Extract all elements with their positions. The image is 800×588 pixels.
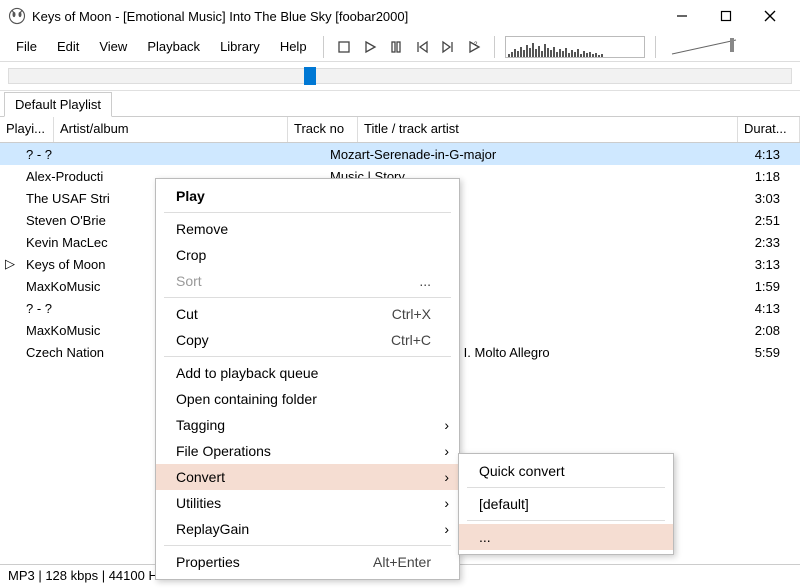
cell-title: Mozart-Serenade-in-G-major [324, 147, 654, 162]
chevron-right-icon: › [444, 443, 449, 459]
chevron-right-icon: › [444, 469, 449, 485]
menu-edit[interactable]: Edit [47, 35, 89, 58]
prev-icon[interactable] [412, 37, 432, 57]
cell-duration: 2:08 [654, 323, 800, 338]
cm-more-presets[interactable]: ... [459, 524, 673, 550]
col-duration[interactable]: Durat... [738, 117, 800, 142]
col-trackno[interactable]: Track no [288, 117, 358, 142]
cell-duration: 1:18 [654, 169, 800, 184]
cm-play[interactable]: Play [156, 183, 459, 209]
cm-copy[interactable]: CopyCtrl+C [156, 327, 459, 353]
cm-open-folder[interactable]: Open containing folder [156, 386, 459, 412]
playing-indicator: ▷ [0, 256, 20, 272]
cm-cut[interactable]: CutCtrl+X [156, 301, 459, 327]
cm-crop[interactable]: Crop [156, 242, 459, 268]
spectrum-visualizer [505, 36, 645, 58]
cell-artist: ? - ? [20, 147, 254, 162]
cell-duration: 5:59 [654, 345, 800, 360]
next-icon[interactable] [438, 37, 458, 57]
cm-tagging[interactable]: Tagging› [156, 412, 459, 438]
menu-playback[interactable]: Playback [137, 35, 210, 58]
cm-properties[interactable]: PropertiesAlt+Enter [156, 549, 459, 575]
title-bar: Keys of Moon - [Emotional Music] Into Th… [0, 0, 800, 32]
cm-replaygain[interactable]: ReplayGain› [156, 516, 459, 542]
menu-bar: File Edit View Playback Library Help ? [0, 32, 800, 62]
context-menu: Play Remove Crop Sort... CutCtrl+X CopyC… [155, 178, 460, 580]
col-playing[interactable]: Playi... [0, 117, 54, 142]
column-headers: Playi... Artist/album Track no Title / t… [0, 117, 800, 143]
cm-utilities[interactable]: Utilities› [156, 490, 459, 516]
cell-duration: 3:03 [654, 191, 800, 206]
cm-remove[interactable]: Remove [156, 216, 459, 242]
table-row[interactable]: ? - ? Mozart-Serenade-in-G-major4:13 [0, 143, 800, 165]
cm-sort: Sort... [156, 268, 459, 294]
menu-library[interactable]: Library [210, 35, 270, 58]
cell-duration: 2:51 [654, 213, 800, 228]
menu-help[interactable]: Help [270, 35, 317, 58]
volume-slider[interactable] [670, 36, 740, 58]
cm-default-preset[interactable]: [default] [459, 491, 673, 517]
random-icon[interactable]: ? [464, 37, 484, 57]
col-title[interactable]: Title / track artist [358, 117, 738, 142]
menu-file[interactable]: File [6, 35, 47, 58]
convert-submenu: Quick convert [default] ... [458, 453, 674, 555]
chevron-right-icon: › [444, 495, 449, 511]
cm-file-ops[interactable]: File Operations› [156, 438, 459, 464]
seek-bar[interactable] [8, 68, 792, 84]
chevron-right-icon: › [444, 417, 449, 433]
cell-duration: 2:33 [654, 235, 800, 250]
app-icon [8, 7, 26, 25]
stop-icon[interactable] [334, 37, 354, 57]
pause-icon[interactable] [386, 37, 406, 57]
cell-duration: 4:13 [654, 147, 800, 162]
playlist-tabs: Default Playlist [0, 91, 800, 117]
close-button[interactable] [748, 2, 792, 30]
maximize-button[interactable] [704, 2, 748, 30]
col-artist[interactable]: Artist/album [54, 117, 288, 142]
tab-default-playlist[interactable]: Default Playlist [4, 92, 112, 117]
menu-view[interactable]: View [89, 35, 137, 58]
cell-duration: 4:13 [654, 301, 800, 316]
minimize-button[interactable] [660, 2, 704, 30]
cell-duration: 1:59 [654, 279, 800, 294]
window-title: Keys of Moon - [Emotional Music] Into Th… [32, 9, 660, 24]
chevron-right-icon: › [444, 521, 449, 537]
seek-thumb[interactable] [304, 67, 316, 85]
cm-convert[interactable]: Convert› [156, 464, 459, 490]
cell-duration: 3:13 [654, 257, 800, 272]
svg-text:?: ? [474, 42, 478, 48]
cm-add-queue[interactable]: Add to playback queue [156, 360, 459, 386]
play-icon[interactable] [360, 37, 380, 57]
cm-quick-convert[interactable]: Quick convert [459, 458, 673, 484]
